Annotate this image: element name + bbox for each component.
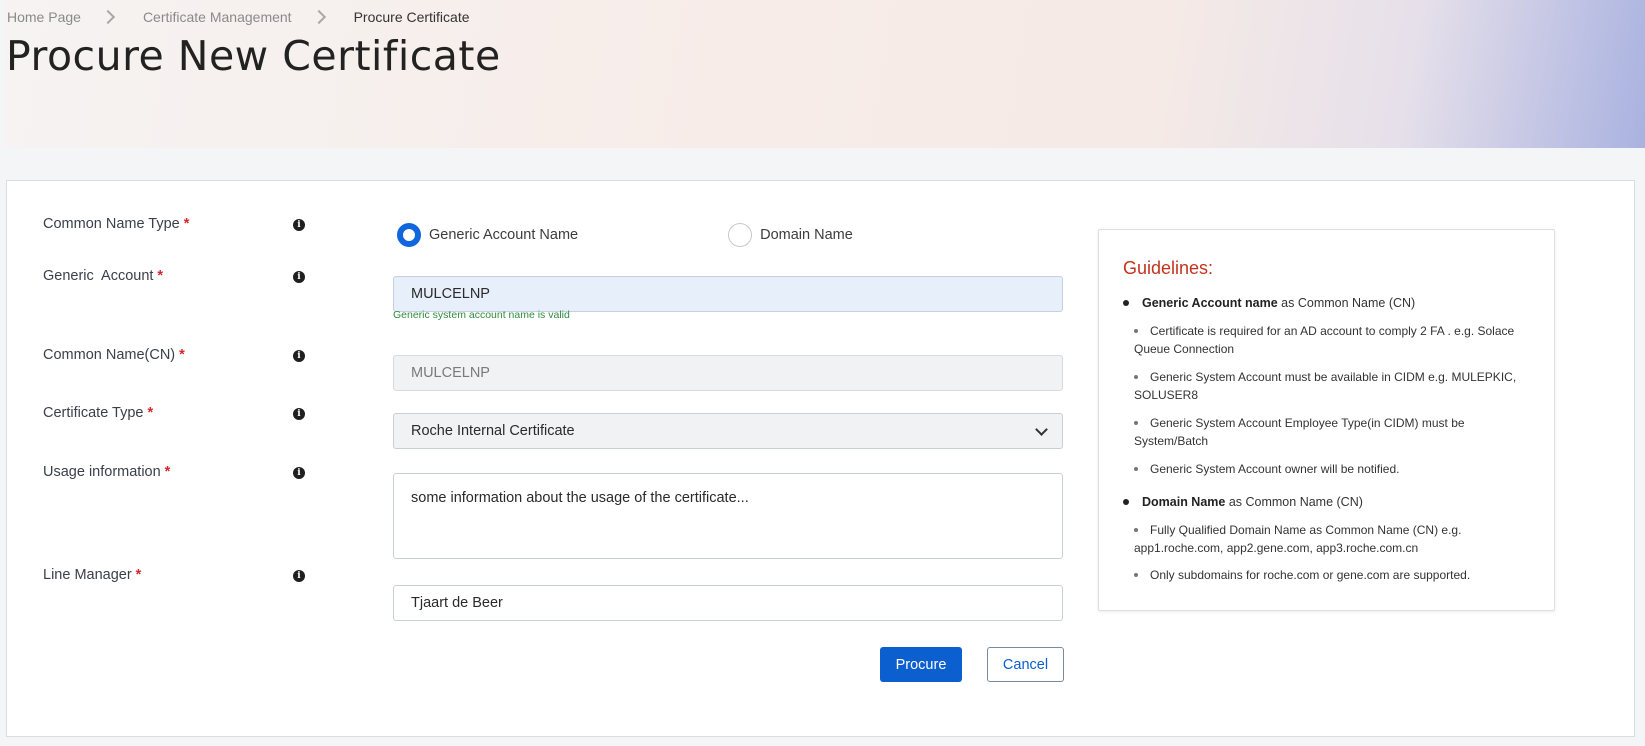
guideline-sub-item: Certificate is required for an AD accoun… bbox=[1134, 324, 1515, 356]
generic-account-label: Generic Account * bbox=[43, 268, 164, 284]
common-name-input: MULCELNP bbox=[393, 355, 1063, 391]
bullet-icon bbox=[1134, 328, 1138, 333]
bullet-icon bbox=[1123, 299, 1129, 306]
required-marker: * bbox=[183, 216, 190, 232]
common-name-type-radio-group: Generic Account Name Domain Name bbox=[397, 223, 853, 247]
info-icon[interactable]: i bbox=[293, 350, 305, 362]
bullet-icon bbox=[1134, 466, 1138, 471]
cancel-button[interactable]: Cancel bbox=[987, 647, 1064, 682]
breadcrumb-certificate-management-link[interactable]: Certificate Management bbox=[143, 9, 292, 25]
guideline-domain-name: Domain Name as Common Name (CN) bbox=[1123, 493, 1363, 511]
guideline-sub-item: Generic System Account Employee Type(in … bbox=[1134, 416, 1465, 448]
chevron-down-icon bbox=[1035, 423, 1048, 436]
required-marker: * bbox=[157, 268, 164, 284]
guideline-generic-account: Generic Account name as Common Name (CN) bbox=[1123, 294, 1415, 312]
generic-account-input[interactable]: MULCELNP bbox=[393, 276, 1063, 312]
bullet-icon bbox=[1134, 374, 1138, 379]
guideline-sub-item: Only subdomains for roche.com or gene.co… bbox=[1134, 566, 1534, 584]
chevron-right-icon bbox=[100, 9, 116, 25]
procure-form-card: Common Name Type * i Generic Account Name… bbox=[6, 180, 1635, 737]
guidelines-panel: Guidelines: Generic Account name as Comm… bbox=[1098, 229, 1555, 611]
radio-label: Domain Name bbox=[760, 227, 853, 243]
bullet-icon bbox=[1134, 527, 1138, 532]
radio-label: Generic Account Name bbox=[429, 227, 579, 243]
guideline-sub-item: Generic System Account must be available… bbox=[1134, 370, 1517, 402]
procure-button[interactable]: Procure bbox=[880, 647, 962, 682]
info-icon[interactable]: i bbox=[293, 467, 305, 479]
radio-unchecked-icon[interactable] bbox=[728, 223, 753, 247]
line-manager-input[interactable]: Tjaart de Beer bbox=[393, 585, 1063, 621]
line-manager-label: Line Manager * bbox=[43, 567, 142, 583]
bullet-icon bbox=[1123, 498, 1129, 505]
certificate-type-selected-value: Roche Internal Certificate bbox=[411, 423, 575, 439]
guideline-sub-item: Generic System Account owner will be not… bbox=[1134, 460, 1534, 478]
breadcrumb: Home Page Certificate Management Procure… bbox=[7, 6, 470, 28]
usage-information-textarea[interactable]: some information about the usage of the … bbox=[393, 473, 1063, 559]
required-marker: * bbox=[179, 347, 185, 363]
info-icon[interactable]: i bbox=[293, 408, 305, 420]
info-icon[interactable]: i bbox=[293, 570, 305, 582]
info-icon[interactable]: i bbox=[293, 271, 305, 283]
required-marker: * bbox=[147, 405, 154, 421]
guidelines-title: Guidelines: bbox=[1123, 258, 1214, 278]
certificate-type-select[interactable]: Roche Internal Certificate bbox=[393, 413, 1063, 449]
info-icon[interactable]: i bbox=[293, 219, 305, 231]
usage-information-label: Usage information * bbox=[43, 464, 171, 480]
required-marker: * bbox=[135, 567, 142, 583]
radio-checked-icon[interactable] bbox=[397, 223, 421, 247]
generic-account-validation-message: Generic system account name is valid bbox=[393, 309, 570, 321]
breadcrumb-home-link[interactable]: Home Page bbox=[7, 9, 81, 25]
common-name-type-label: Common Name Type * bbox=[43, 216, 190, 232]
radio-domain-name[interactable]: Domain Name bbox=[728, 223, 853, 247]
breadcrumb-current: Procure Certificate bbox=[353, 9, 470, 25]
certificate-type-label: Certificate Type * bbox=[43, 405, 154, 421]
common-name-label: Common Name(CN) * bbox=[43, 347, 185, 363]
bullet-icon bbox=[1134, 572, 1138, 577]
required-marker: * bbox=[164, 464, 171, 480]
chevron-right-icon bbox=[311, 9, 326, 25]
page-title: Procure New Certificate bbox=[6, 32, 501, 80]
radio-generic-account-name[interactable]: Generic Account Name bbox=[397, 223, 578, 247]
bullet-icon bbox=[1134, 420, 1138, 425]
guideline-sub-item: Fully Qualified Domain Name as Common Na… bbox=[1134, 523, 1462, 555]
